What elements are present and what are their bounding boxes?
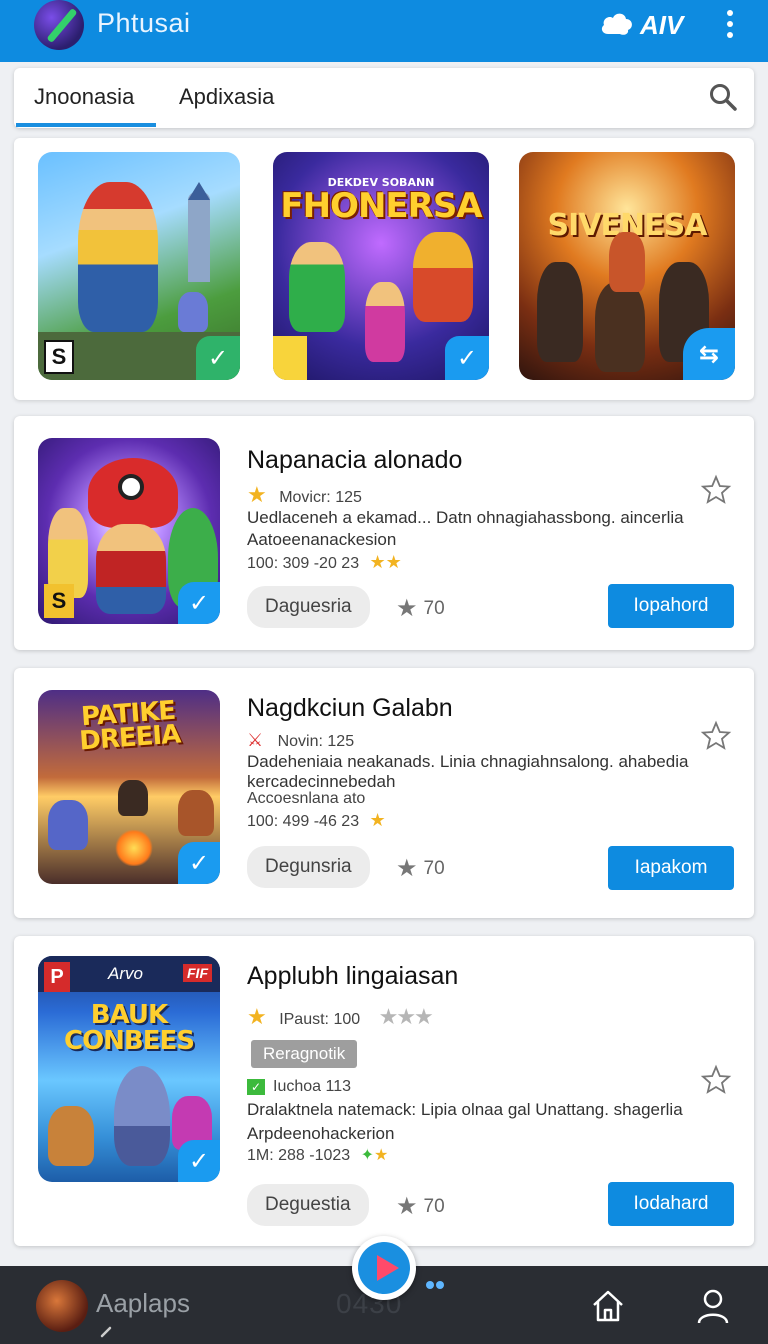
- thumb-header-badge: FIF: [183, 964, 212, 982]
- category-tag[interactable]: Deguestia: [247, 1184, 369, 1226]
- tile-title: FHONERSA: [280, 186, 482, 226]
- rating-badge: S: [44, 340, 74, 374]
- category-tag[interactable]: Degunsria: [247, 846, 370, 888]
- app-description-line2: Arpdeenohackerion: [247, 1124, 395, 1143]
- play-button[interactable]: [352, 1236, 416, 1300]
- app-rating: ★ 70: [396, 595, 445, 622]
- rating-star-icon: ★: [396, 855, 418, 882]
- featured-tile-1[interactable]: S ✓: [38, 152, 240, 380]
- app-meta-secondary: ✓ Iuchoa 113: [247, 1078, 351, 1096]
- app-rating: ★ 70: [396, 1193, 445, 1220]
- app-description-line2: kercadecinnebedah: [247, 772, 396, 791]
- app-meta: ★ Movicr: 125: [247, 482, 362, 507]
- page-indicator: [426, 1276, 446, 1294]
- app-thumbnail[interactable]: P Arvo FIF BAUK CONBEES ✓: [38, 956, 220, 1182]
- featured-carousel: S ✓ DEKDEV SOBANN FHONERSA ✓ SIVENESA ⇆: [14, 138, 754, 400]
- app-logo[interactable]: [34, 0, 84, 50]
- home-icon[interactable]: [590, 1288, 626, 1324]
- app-thumbnail[interactable]: S ✓: [38, 438, 220, 624]
- verified-check-icon: ✓: [196, 336, 240, 380]
- install-button[interactable]: Iopahord: [608, 584, 734, 628]
- verified-check-icon: ✓: [178, 842, 220, 884]
- featured-tile-2[interactable]: DEKDEV SOBANN FHONERSA ✓: [273, 152, 489, 380]
- verified-check-icon: ✓: [178, 582, 220, 624]
- install-button[interactable]: Iapakom: [608, 846, 734, 890]
- bottom-nav-label[interactable]: Aaplaps: [96, 1288, 190, 1319]
- share-icon: ⇆: [683, 328, 735, 380]
- app-date: 100: 499 -46 23 ★: [247, 810, 386, 830]
- app-card[interactable]: S ✓ Napanacia alonado ★ Movicr: 125 Uedl…: [14, 416, 754, 650]
- cloud-icon[interactable]: [600, 10, 634, 36]
- favorite-star-icon[interactable]: [700, 474, 732, 506]
- back-chevron-icon[interactable]: [96, 1326, 116, 1344]
- sparkle-icon: ✦: [360, 1147, 375, 1164]
- tab-apdixasia[interactable]: Apdixasia: [179, 84, 274, 110]
- app-title: Phtusai: [97, 8, 191, 38]
- status-pill: Reragnotik: [251, 1040, 358, 1068]
- star-icon: ★: [247, 482, 267, 507]
- rating-star-icon: ★: [396, 595, 418, 622]
- app-description: Dralaktnela natemack: Lipia olnaa gal Un…: [247, 1100, 683, 1119]
- app-title[interactable]: Applubh lingaiasan: [247, 962, 458, 991]
- verified-check-icon: ✓: [178, 1140, 220, 1182]
- profile-icon[interactable]: [696, 1288, 730, 1324]
- app-date: 100: 309 -20 23 ★★: [247, 552, 402, 572]
- tab-jnoonasia[interactable]: Jnoonasia: [34, 84, 134, 110]
- app-description-line3: Accoesnlana ato: [247, 790, 366, 807]
- app-description: Uedlaceneh a ekamad... Datn ohnagiahassb…: [247, 508, 684, 527]
- shield-icon: ⚔: [247, 730, 264, 750]
- app-card[interactable]: PATIKE DREEIA ✓ Nagdkciun Galabn ⚔ Novin…: [14, 668, 754, 918]
- thumb-header-text: Arvo: [108, 964, 143, 983]
- featured-tile-3[interactable]: SIVENESA ⇆: [519, 152, 735, 380]
- app-date: 1M: 288 -1023 ✦★: [247, 1147, 389, 1164]
- sparkle-icon: ★: [369, 810, 386, 830]
- brand-mark: AIV: [640, 10, 684, 40]
- app-title[interactable]: Napanacia alonado: [247, 446, 462, 475]
- app-description: Dadeheniaia neakanads. Linia chnagiahnsa…: [247, 752, 689, 771]
- thumb-title: PATIKE DREEIA: [78, 695, 182, 757]
- category-tag[interactable]: Daguesria: [247, 586, 370, 628]
- favorite-star-icon[interactable]: [700, 720, 732, 752]
- publisher-logo: P: [44, 962, 70, 992]
- app-meta: ★ IPaust: 100 ★★★: [247, 1004, 434, 1029]
- install-button[interactable]: Iodahard: [608, 1182, 734, 1226]
- tab-bar: Jnoonasia Apdixasia: [14, 68, 754, 128]
- app-meta: ⚔ Novin: 125: [247, 730, 355, 750]
- rating-stars-icon: ★★★: [378, 1004, 434, 1029]
- app-bar: Phtusai AIV: [0, 0, 768, 62]
- app-rating: ★ 70: [396, 855, 445, 882]
- more-options-icon[interactable]: [722, 10, 738, 42]
- play-icon: [377, 1255, 399, 1281]
- thumb-title: BAUK CONBEES: [63, 1000, 195, 1056]
- check-icon: ✓: [247, 1079, 265, 1095]
- age-rating-badge: [273, 336, 307, 380]
- favorite-star-icon[interactable]: [700, 1064, 732, 1096]
- star-icon: ★: [247, 1004, 267, 1029]
- sparkle-icon: ★★: [369, 552, 402, 572]
- app-thumbnail[interactable]: PATIKE DREEIA ✓: [38, 690, 220, 884]
- active-tab-indicator: [16, 123, 156, 127]
- verified-check-icon: ✓: [445, 336, 489, 380]
- app-title[interactable]: Nagdkciun Galabn: [247, 694, 453, 723]
- avatar[interactable]: [36, 1280, 88, 1332]
- rating-badge: S: [44, 584, 74, 618]
- search-icon[interactable]: [708, 82, 738, 112]
- rating-star-icon: ★: [396, 1193, 418, 1220]
- app-card[interactable]: P Arvo FIF BAUK CONBEES ✓ Applubh lingai…: [14, 936, 754, 1246]
- thumb-header: P Arvo FIF: [38, 956, 220, 992]
- app-description-line2: Aatoeenanackesion: [247, 530, 397, 549]
